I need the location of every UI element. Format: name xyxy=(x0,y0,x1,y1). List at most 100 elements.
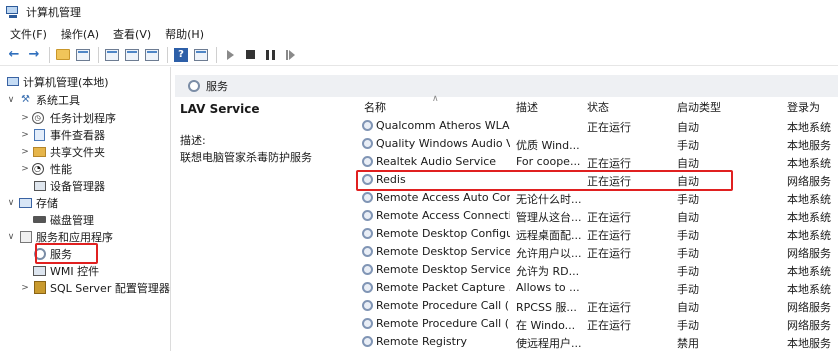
tree-item-computer-management[interactable]: 计算机管理(本地) xyxy=(6,73,109,90)
chevron-right-icon[interactable]: > xyxy=(20,164,30,174)
chevron-right-icon[interactable]: > xyxy=(20,113,30,123)
service-name-text: Qualcomm Atheros WLA... xyxy=(376,119,510,132)
table-row[interactable]: Remote Access Auto Con... 无论什么时... 手动 本地系统 xyxy=(360,189,838,207)
column-header-status[interactable]: 状态 xyxy=(587,99,609,115)
show-action-pane-icon[interactable] xyxy=(193,47,209,63)
wmi-icon xyxy=(33,264,46,277)
restart-service-icon[interactable] xyxy=(282,47,298,63)
cell-startup: 手动 xyxy=(677,319,699,332)
navigation-tree: 计算机管理(本地) ∨ ⚒ 系统工具 > ◷ 任务计划程序 > 事件查看器 > … xyxy=(4,67,171,351)
service-name-text: Remote Packet Capture ... xyxy=(376,281,510,294)
shared-folder-icon xyxy=(33,145,46,158)
tree-item-services[interactable]: 服务 xyxy=(33,245,72,262)
clock-icon: ◷ xyxy=(31,111,46,124)
menu-help[interactable]: 帮助(H) xyxy=(165,26,204,42)
sql-server-icon xyxy=(33,281,46,294)
menu-file[interactable]: 文件(F) xyxy=(10,26,47,42)
cell-logon: 网络服务 xyxy=(787,301,831,314)
refresh-icon[interactable] xyxy=(124,47,140,63)
cell-startup: 自动 xyxy=(677,157,699,170)
cell-status: 正在运行 xyxy=(587,211,631,224)
table-row[interactable]: Remote Desktop Services 允许用户以... 正在运行 手动 网络服… xyxy=(360,243,838,261)
column-header-description[interactable]: 描述 xyxy=(516,99,538,115)
export-list-icon[interactable] xyxy=(144,47,160,63)
start-service-icon[interactable] xyxy=(222,47,238,63)
service-name-text: Remote Desktop Services xyxy=(376,245,510,258)
table-row[interactable]: Remote Packet Capture ... Allows to ... 手动… xyxy=(360,279,838,297)
cell-startup: 禁用 xyxy=(677,337,699,350)
cell-status: 正在运行 xyxy=(587,157,631,170)
cell-logon: 本地服务 xyxy=(787,337,831,350)
tree-item-wmi-control[interactable]: WMI 控件 xyxy=(33,262,99,279)
tree-item-event-viewer[interactable]: > 事件查看器 xyxy=(20,126,105,143)
back-arrow-icon[interactable]: ← xyxy=(6,47,22,63)
column-header-log-on-as[interactable]: 登录为 xyxy=(787,99,820,115)
menu-bar: 文件(F) 操作(A) 查看(V) 帮助(H) xyxy=(0,24,838,44)
table-row[interactable]: Remote Desktop Configu... 远程桌面配... 正在运行 手动 本… xyxy=(360,225,838,243)
table-row[interactable]: Remote Access Connecti... 管理从这台... 正在运行 自动 本… xyxy=(360,207,838,225)
cell-name: Quality Windows Audio V... xyxy=(362,137,510,150)
tree-item-storage[interactable]: ∨ 存储 xyxy=(6,194,58,211)
column-header-startup-type[interactable]: 启动类型 xyxy=(677,99,721,115)
table-row[interactable]: Remote Procedure Call (... 在 Windo... 正在运行… xyxy=(360,315,838,333)
cell-name: Remote Procedure Call (... xyxy=(362,317,510,330)
tree-item-device-manager[interactable]: 设备管理器 xyxy=(33,177,105,194)
toolbar: ← → ? xyxy=(0,44,838,66)
chevron-right-icon[interactable]: > xyxy=(20,130,30,140)
tree-item-sql-server-config[interactable]: > SQL Server 配置管理器 xyxy=(20,279,170,296)
properties-icon[interactable] xyxy=(104,47,120,63)
tree-item-shared-folders[interactable]: > 共享文件夹 xyxy=(20,143,105,160)
table-row[interactable]: Realtek Audio Service For coope... 正在运行 自动 本… xyxy=(360,153,838,171)
show-hide-tree-icon[interactable] xyxy=(75,47,91,63)
cell-logon: 本地系统 xyxy=(787,229,831,242)
service-name-text: Remote Access Auto Con... xyxy=(376,191,510,204)
table-header: 名称 ∧ 描述 状态 启动类型 登录为 xyxy=(360,94,838,115)
cell-name: Remote Desktop Configu... xyxy=(362,227,510,240)
service-gear-icon xyxy=(362,120,373,131)
table-row[interactable]: Remote Registry 使远程用户... 禁用 本地服务 xyxy=(360,333,838,351)
menu-view[interactable]: 查看(V) xyxy=(113,26,151,42)
chevron-down-icon[interactable]: ∨ xyxy=(6,95,16,105)
event-viewer-icon xyxy=(33,128,46,141)
table-row[interactable]: Remote Desktop Service... 允许为 RD... 手动 本地系统 xyxy=(360,261,838,279)
help-icon[interactable]: ? xyxy=(173,47,189,63)
pause-service-icon[interactable] xyxy=(262,47,278,63)
service-gear-icon xyxy=(362,336,373,347)
chevron-down-icon[interactable]: ∨ xyxy=(6,232,16,242)
up-folder-icon[interactable] xyxy=(55,47,71,63)
service-name-text: Redis xyxy=(376,173,406,186)
tree-item-services-and-applications[interactable]: ∨ 服务和应用程序 xyxy=(6,228,113,245)
table-row[interactable]: Quality Windows Audio V... 优质 Wind... 手动 本地… xyxy=(360,135,838,153)
selected-service-name: LAV Service xyxy=(180,102,260,116)
column-header-name[interactable]: 名称 xyxy=(364,99,386,115)
tree-item-task-scheduler[interactable]: > ◷ 任务计划程序 xyxy=(20,109,116,126)
service-gear-icon xyxy=(362,282,373,293)
services-pane-header: 服务 xyxy=(175,75,838,97)
service-gear-icon xyxy=(362,300,373,311)
cell-logon: 本地系统 xyxy=(787,121,831,134)
tree-item-system-tools[interactable]: ∨ ⚒ 系统工具 xyxy=(6,91,80,108)
table-row[interactable]: Qualcomm Atheros WLA... 正在运行 自动 本地系统 xyxy=(360,117,838,135)
service-name-text: Remote Desktop Service... xyxy=(376,263,510,276)
tree-item-performance[interactable]: > ◔ 性能 xyxy=(20,160,72,177)
cell-logon: 网络服务 xyxy=(787,247,831,260)
service-name-text: Remote Registry xyxy=(376,335,467,348)
service-gear-icon xyxy=(362,318,373,329)
cell-name: Remote Registry xyxy=(362,335,510,348)
chevron-right-icon[interactable]: > xyxy=(20,147,30,157)
menu-action[interactable]: 操作(A) xyxy=(61,26,99,42)
forward-arrow-icon[interactable]: → xyxy=(26,47,42,63)
chevron-down-icon[interactable]: ∨ xyxy=(6,198,16,208)
description-text: 联想电脑管家杀毒防护服务 xyxy=(180,151,312,164)
cell-status: 正在运行 xyxy=(587,175,631,188)
tree-label: 性能 xyxy=(50,162,72,176)
cell-status: 正在运行 xyxy=(587,229,631,242)
tree-item-disk-management[interactable]: 磁盘管理 xyxy=(33,211,94,228)
stop-service-icon[interactable] xyxy=(242,47,258,63)
table-row[interactable]: Redis 正在运行 自动 网络服务 xyxy=(360,171,838,189)
chevron-right-icon[interactable]: > xyxy=(20,283,30,293)
table-row[interactable]: Remote Procedure Call (... RPCSS 服... 正在运行… xyxy=(360,297,838,315)
cell-status: 正在运行 xyxy=(587,301,631,314)
services-applications-icon xyxy=(19,230,32,243)
cell-status: 正在运行 xyxy=(587,319,631,332)
